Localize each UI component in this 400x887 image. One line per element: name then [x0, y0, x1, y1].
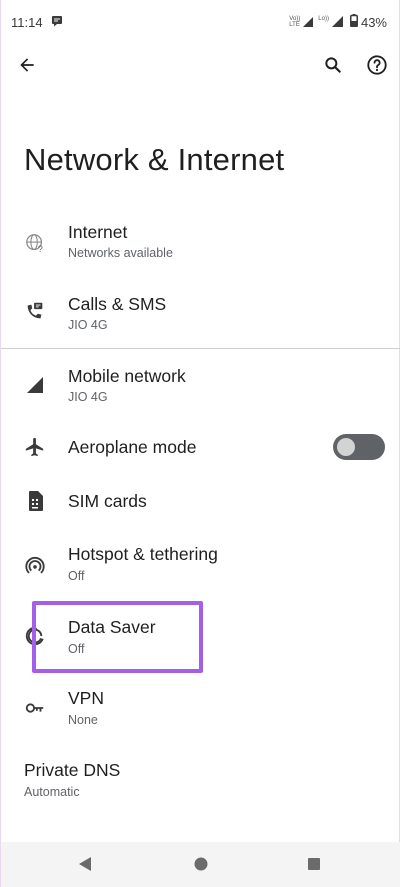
list-item-vpn[interactable]: VPN None [1, 685, 400, 745]
arrow-back-icon[interactable] [10, 48, 44, 82]
svg-text:?: ? [38, 244, 43, 254]
item-subtitle: None [68, 713, 98, 727]
status-bar: 11:14 Vo)) LTE Lo)) 43% [1, 0, 400, 44]
item-title: Calls & SMS [68, 294, 167, 314]
item-title: Private DNS [24, 760, 121, 780]
vpn-key-icon [23, 696, 47, 720]
navigation-bar [1, 842, 400, 887]
battery-percent: 43% [360, 14, 387, 30]
sim-card-icon [23, 489, 47, 513]
signal-icon [23, 373, 47, 397]
item-subtitle: Networks available [68, 246, 173, 260]
list-item-mobile-network[interactable]: Mobile network JIO 4G [1, 363, 400, 423]
hotspot-icon [23, 554, 47, 578]
toggle-knob [337, 438, 355, 456]
battery-icon [349, 14, 358, 30]
list-item-private-dns[interactable]: Private DNS Automatic [1, 757, 400, 817]
search-icon[interactable] [316, 48, 350, 82]
phone-screen: 11:14 Vo)) LTE Lo)) 43% Network & Intern… [0, 0, 400, 887]
item-title: Internet [68, 222, 128, 242]
divider [1, 348, 400, 349]
status-time: 11:14 [11, 14, 43, 30]
page-title: Network & Internet [24, 142, 285, 177]
list-item-internet[interactable]: ? Internet Networks available [1, 219, 400, 279]
volte-label: Vo)) LTE [289, 16, 301, 28]
item-title: Mobile network [68, 366, 186, 386]
airplane-icon [23, 435, 47, 459]
nav-back-icon[interactable] [73, 852, 97, 876]
wifi-label: Lo)) [318, 16, 329, 22]
help-icon[interactable] [360, 48, 394, 82]
item-title: SIM cards [68, 491, 147, 511]
list-item-hotspot-tethering[interactable]: Hotspot & tethering Off [1, 541, 400, 601]
signal-icon [303, 15, 315, 30]
message-icon [51, 15, 63, 30]
highlight-box [32, 601, 203, 673]
nav-recents-icon[interactable] [302, 852, 326, 876]
status-right: Vo)) LTE Lo)) 43% [289, 14, 387, 30]
list-item-aeroplane-mode[interactable]: Aeroplane mode [1, 428, 400, 468]
aeroplane-mode-toggle[interactable] [333, 434, 385, 460]
item-title: Aeroplane mode [68, 437, 197, 457]
list-item-sim-cards[interactable]: SIM cards [1, 481, 400, 521]
item-subtitle: Off [68, 569, 85, 583]
signal-icon-2 [331, 15, 344, 30]
status-left: 11:14 [11, 15, 63, 30]
item-subtitle: Automatic [24, 785, 80, 799]
item-subtitle: JIO 4G [68, 390, 108, 404]
list-item-calls-sms[interactable]: Calls & SMS JIO 4G [1, 291, 400, 351]
item-title: VPN [68, 688, 104, 708]
item-subtitle: JIO 4G [68, 318, 108, 332]
item-title: Hotspot & tethering [68, 544, 218, 564]
calls-sms-icon [23, 299, 47, 323]
nav-home-icon[interactable] [189, 852, 213, 876]
app-bar [1, 44, 400, 88]
globe-icon: ? [23, 231, 47, 255]
